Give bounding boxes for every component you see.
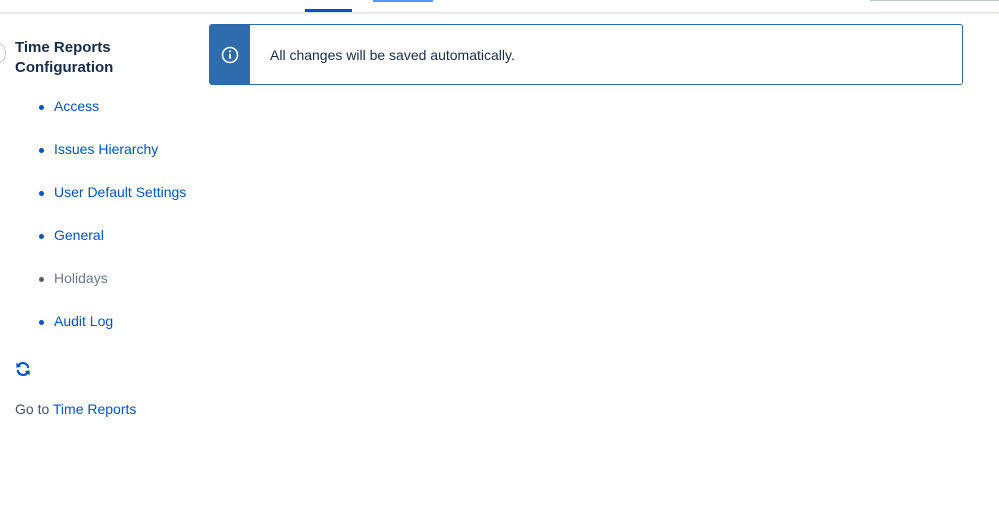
sidebar-item-holidays: Holidays [39, 270, 205, 313]
banner-icon-column [210, 25, 250, 84]
sidebar-item-general[interactable]: General [39, 227, 205, 270]
time-reports-link[interactable]: Time Reports [53, 401, 137, 417]
info-banner: All changes will be saved automatically. [209, 24, 963, 85]
sidebar-item-audit-log[interactable]: Audit Log [39, 313, 205, 356]
banner-message: All changes will be saved automatically. [270, 46, 515, 63]
sidebar-title: Time Reports Configuration [15, 39, 114, 76]
sidebar-item-label[interactable]: General [54, 227, 104, 243]
refresh-icon[interactable] [15, 361, 31, 377]
sidebar-item-label[interactable]: User Default Settings [54, 184, 186, 200]
sidebar-item-label: Holidays [54, 270, 108, 286]
sidebar-item-label[interactable]: Audit Log [54, 313, 113, 329]
sidebar-item-label[interactable]: Access [54, 98, 99, 114]
top-navigation-bar [0, 0, 999, 13]
sidebar-item-access[interactable]: Access [39, 98, 205, 141]
goto-prefix: Go to [15, 401, 50, 417]
sidebar-item-label[interactable]: Issues Hierarchy [54, 141, 158, 157]
sidebar-nav: Access Issues Hierarchy User Default Set… [15, 98, 205, 356]
sidebar: Time Reports Configuration Access Issues… [15, 38, 205, 356]
sidebar-item-user-default-settings[interactable]: User Default Settings [39, 184, 205, 227]
goto-time-reports: Go to Time Reports [15, 401, 136, 417]
info-icon [221, 46, 239, 63]
tab-indicator[interactable] [373, 0, 433, 2]
collapse-sidebar-button[interactable] [0, 42, 6, 64]
sidebar-item-issues-hierarchy[interactable]: Issues Hierarchy [39, 141, 205, 184]
top-right-control[interactable] [870, 0, 999, 1]
active-tab-indicator[interactable] [305, 9, 352, 12]
